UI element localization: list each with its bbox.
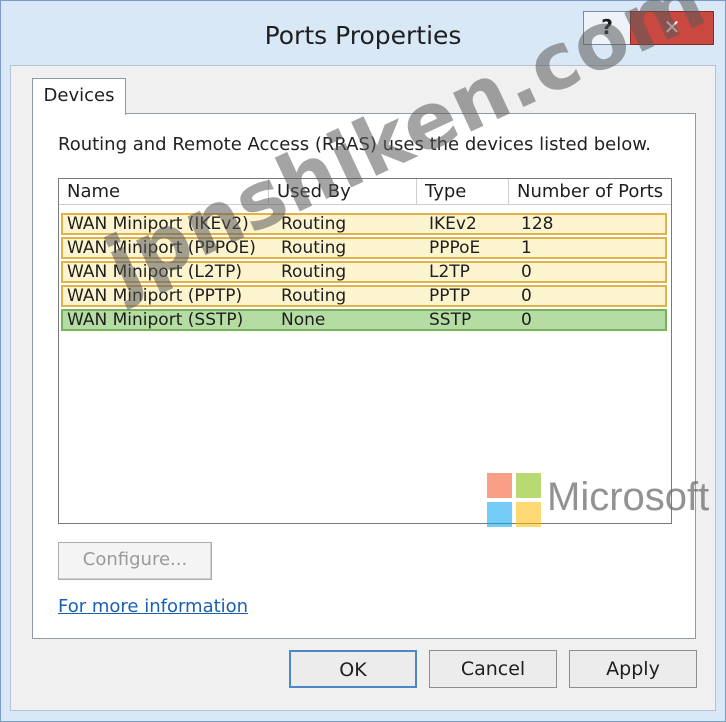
- apply-button[interactable]: Apply: [569, 650, 697, 688]
- cell-ports: 128: [521, 215, 554, 233]
- configure-button[interactable]: Configure...: [58, 542, 212, 580]
- devices-tab-panel: Routing and Remote Access (RRAS) uses th…: [32, 113, 696, 639]
- tab-devices[interactable]: Devices: [32, 78, 126, 115]
- dialog-client-area: Devices Routing and Remote Access (RRAS)…: [10, 65, 716, 711]
- table-row[interactable]: WAN Miniport (IKEv2) Routing IKEv2 128: [61, 213, 667, 235]
- cell-ports: 0: [521, 263, 532, 281]
- cell-type: L2TP: [429, 263, 470, 281]
- microsoft-brand-text: Microsoft: [547, 475, 710, 519]
- cell-name: WAN Miniport (SSTP): [67, 311, 244, 329]
- cell-used-by: None: [281, 311, 326, 329]
- cell-type: IKEv2: [429, 215, 477, 233]
- cell-name: WAN Miniport (PPTP): [67, 287, 243, 305]
- ok-button[interactable]: OK: [289, 650, 417, 688]
- cell-ports: 1: [521, 239, 532, 257]
- ports-properties-window: Ports Properties ? ✕ Devices Routing and…: [0, 0, 726, 722]
- table-row[interactable]: WAN Miniport (PPPOE) Routing PPPoE 1: [61, 237, 667, 259]
- cell-type: SSTP: [429, 311, 472, 329]
- column-header-name[interactable]: Name: [59, 179, 269, 205]
- cancel-button[interactable]: Cancel: [429, 650, 557, 688]
- column-header-ports[interactable]: Number of Ports: [509, 179, 671, 205]
- help-button[interactable]: ?: [583, 11, 631, 45]
- table-row[interactable]: WAN Miniport (L2TP) Routing L2TP 0: [61, 261, 667, 283]
- cell-name: WAN Miniport (IKEv2): [67, 215, 249, 233]
- cell-name: WAN Miniport (PPPOE): [67, 239, 256, 257]
- cell-used-by: Routing: [281, 263, 347, 281]
- cell-name: WAN Miniport (L2TP): [67, 263, 242, 281]
- cell-used-by: Routing: [281, 287, 347, 305]
- close-icon: ✕: [663, 15, 681, 39]
- more-information-link[interactable]: For more information: [58, 596, 248, 617]
- close-button[interactable]: ✕: [630, 11, 714, 45]
- list-header: Name Used By Type Number of Ports: [59, 179, 671, 207]
- title-bar: Ports Properties ? ✕: [1, 1, 725, 65]
- cell-used-by: Routing: [281, 239, 347, 257]
- column-header-used-by[interactable]: Used By: [269, 179, 417, 205]
- column-header-type[interactable]: Type: [417, 179, 509, 205]
- table-row[interactable]: WAN Miniport (SSTP) None SSTP 0: [61, 309, 667, 331]
- cell-ports: 0: [521, 311, 532, 329]
- table-row[interactable]: WAN Miniport (PPTP) Routing PPTP 0: [61, 285, 667, 307]
- devices-list[interactable]: Name Used By Type Number of Ports WAN Mi…: [58, 178, 672, 524]
- cell-used-by: Routing: [281, 215, 347, 233]
- cell-type: PPPoE: [429, 239, 481, 257]
- microsoft-logo-icon: [487, 473, 541, 527]
- panel-description: Routing and Remote Access (RRAS) uses th…: [58, 134, 652, 155]
- cell-type: PPTP: [429, 287, 471, 305]
- cell-ports: 0: [521, 287, 532, 305]
